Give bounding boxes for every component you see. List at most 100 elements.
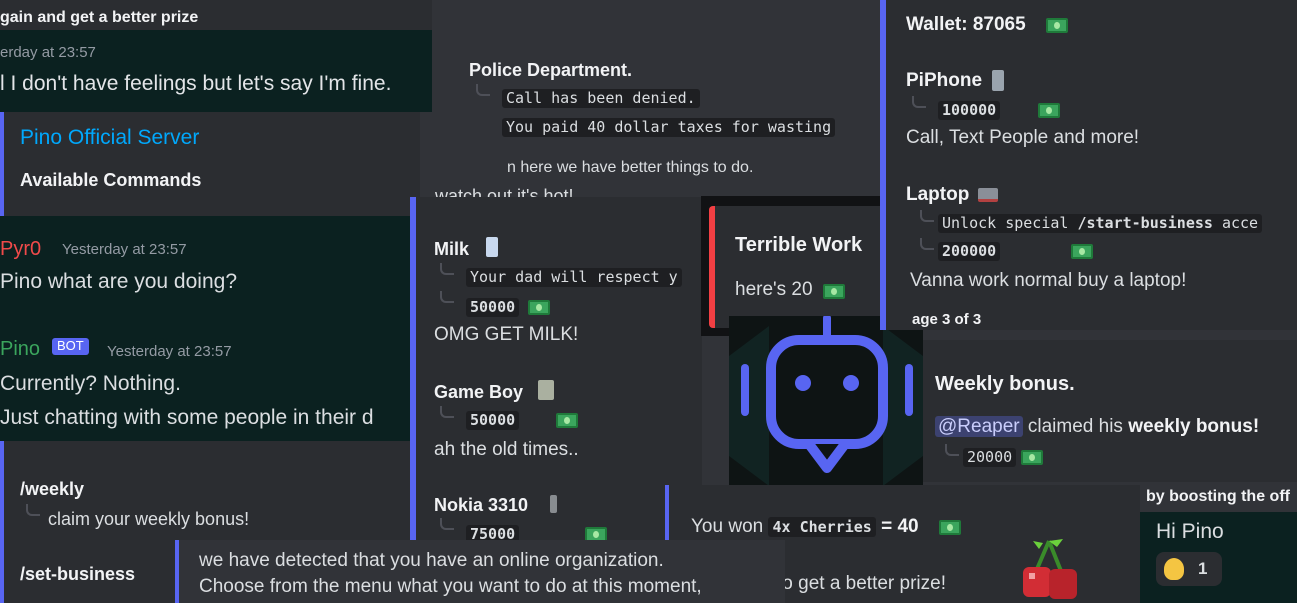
slots-won-pre: You won <box>691 516 764 537</box>
message-text: Pino what are you doing? <box>0 270 237 293</box>
message-timestamp: Yesterday at 23:57 <box>62 241 187 258</box>
top-left-fragment: gain and get a better prize <box>0 0 460 32</box>
embed-accent <box>709 206 715 328</box>
weekly-text-mid: claimed his <box>1027 416 1123 437</box>
page-indicator: age 3 of 3 <box>912 311 982 328</box>
reply-line <box>26 504 40 516</box>
embed-accent <box>880 0 886 330</box>
business-line2: Choose from the menu what you want to do… <box>199 576 702 597</box>
weekly-embed: Weekly bonus. @Reaper claimed his weekly… <box>923 340 1297 482</box>
cash-icon <box>939 520 961 536</box>
reply-line <box>440 406 454 418</box>
author-pyr0[interactable]: Pyr0 <box>0 238 41 261</box>
phone-icon <box>992 70 1004 91</box>
item-gameboy-name: Game Boy <box>434 382 524 402</box>
reaction-pill[interactable]: 1 <box>1156 552 1222 586</box>
message-timestamp: erday at 23:57 <box>0 44 96 61</box>
work-card: Terrible Work here's 20 <box>709 206 907 328</box>
user-mention[interactable]: @Reaper <box>935 416 1023 437</box>
work-text: here's 20 <box>735 279 813 300</box>
slots-won-code: 4x Cherries <box>768 517 876 537</box>
nokia-icon <box>550 495 557 513</box>
item-piphone-name: PiPhone <box>906 70 983 91</box>
message-text: Currently? Nothing. <box>0 372 181 395</box>
bot-badge: BOT <box>52 338 89 355</box>
slots-result: You won 4x Cherries = 40 <box>691 516 919 538</box>
message-timestamp: Yesterday at 23:57 <box>107 343 232 360</box>
item-milk-desc: Your dad will respect y <box>466 268 682 288</box>
reply-line <box>440 263 454 275</box>
weekly-amount: 20000 <box>963 448 1017 468</box>
milk-icon <box>486 237 498 257</box>
embed-accent <box>175 540 179 603</box>
cash-icon <box>556 413 579 429</box>
business-line1: we have detected that you have an online… <box>199 550 664 571</box>
embed-subtitle: Available Commands <box>20 170 202 190</box>
embed-title[interactable]: Pino Official Server <box>20 126 199 150</box>
laptop-icon <box>978 188 998 202</box>
reply-line <box>440 291 454 303</box>
command-weekly: /weekly <box>20 479 85 499</box>
slots-prize-text: to get a better prize! <box>777 573 946 594</box>
embed-accent <box>410 197 416 542</box>
cash-icon <box>1038 103 1061 119</box>
laptop-desc-cmd: /start-business <box>1077 214 1213 232</box>
boost-text: by boosting the off <box>1146 488 1290 505</box>
reply-line <box>440 518 454 530</box>
item-milk-name: Milk <box>434 239 470 259</box>
weekly-text: @Reaper claimed his weekly bonus! <box>935 416 1259 438</box>
reply-line <box>945 444 959 456</box>
item-milk-text: OMG GET MILK! <box>434 324 579 345</box>
prize-text: gain and get a better prize <box>0 9 199 26</box>
author-pino[interactable]: Pino <box>0 338 40 361</box>
item-laptop-name: Laptop <box>906 184 970 205</box>
reaction-count: 1 <box>1198 559 1208 578</box>
item-gameboy-price: 50000 <box>466 411 520 431</box>
slots-won-post: = 40 <box>881 516 919 537</box>
chat-panel: Pyr0 Yesterday at 23:57 Pino what are yo… <box>0 216 432 441</box>
police-embed: Police Department. Call has been denied.… <box>432 0 880 200</box>
laptop-desc-pre: Unlock special <box>942 214 1069 232</box>
message-text: Hi Pino <box>1156 520 1224 543</box>
item-laptop-text: Vanna work normal buy a laptop! <box>910 270 1187 291</box>
command-weekly-desc: claim your weekly bonus! <box>48 509 250 529</box>
laptop-desc-post: acce <box>1221 214 1259 232</box>
fine-message: erday at 23:57 l I don't have feelings b… <box>0 30 460 112</box>
cash-icon <box>1046 18 1068 34</box>
item-piphone-price: 100000 <box>938 101 1001 121</box>
police-title: Police Department. <box>469 60 633 80</box>
bot-avatar-image <box>729 316 923 496</box>
reply-line <box>476 84 490 96</box>
message-text: l I don't have feelings but let's say I'… <box>0 72 392 95</box>
police-line-taxes: You paid 40 dollar taxes for wasting <box>502 118 836 138</box>
reply-line <box>920 210 934 222</box>
item-piphone-text: Call, Text People and more! <box>906 127 1140 148</box>
cash-icon <box>823 284 845 300</box>
cherries-icon <box>1023 539 1077 599</box>
item-laptop-price: 200000 <box>938 242 1001 262</box>
wallet-balance: Wallet: 87065 <box>906 14 1026 35</box>
business-fragment: we have detected that you have an online… <box>175 540 785 603</box>
reply-line <box>920 238 934 250</box>
police-line-things: n here we have better things to do. <box>507 159 754 176</box>
message-text: Just chatting with some people in their … <box>0 406 374 429</box>
weekly-title: Weekly bonus. <box>935 373 1075 395</box>
command-set-business: /set-business <box>20 564 136 584</box>
hi-message: Hi Pino 1 <box>1140 512 1297 603</box>
weekly-text-bold: weekly bonus! <box>1128 416 1260 437</box>
police-line-denied: Call has been denied. <box>502 89 700 109</box>
cash-icon <box>528 300 550 316</box>
gameboy-icon <box>538 380 554 400</box>
item-gameboy-text: ah the old times.. <box>434 439 579 460</box>
item-nokia-name: Nokia 3310 <box>434 495 529 515</box>
cash-icon <box>1021 450 1043 466</box>
reply-line <box>912 96 926 108</box>
cash-icon <box>1070 244 1093 260</box>
wallet-embed: Wallet: 87065 PiPhone 100000 Call, Text … <box>880 0 1297 330</box>
shop-embed: Milk Your dad will respect y 50000 OMG G… <box>410 197 702 542</box>
work-title: Terrible Work <box>735 234 863 256</box>
boost-fragment: by boosting the off <box>1140 482 1297 512</box>
item-milk-price: 50000 <box>466 298 520 318</box>
item-laptop-desc: Unlock special /start-business acce <box>938 214 1263 234</box>
wave-icon <box>1164 558 1184 580</box>
